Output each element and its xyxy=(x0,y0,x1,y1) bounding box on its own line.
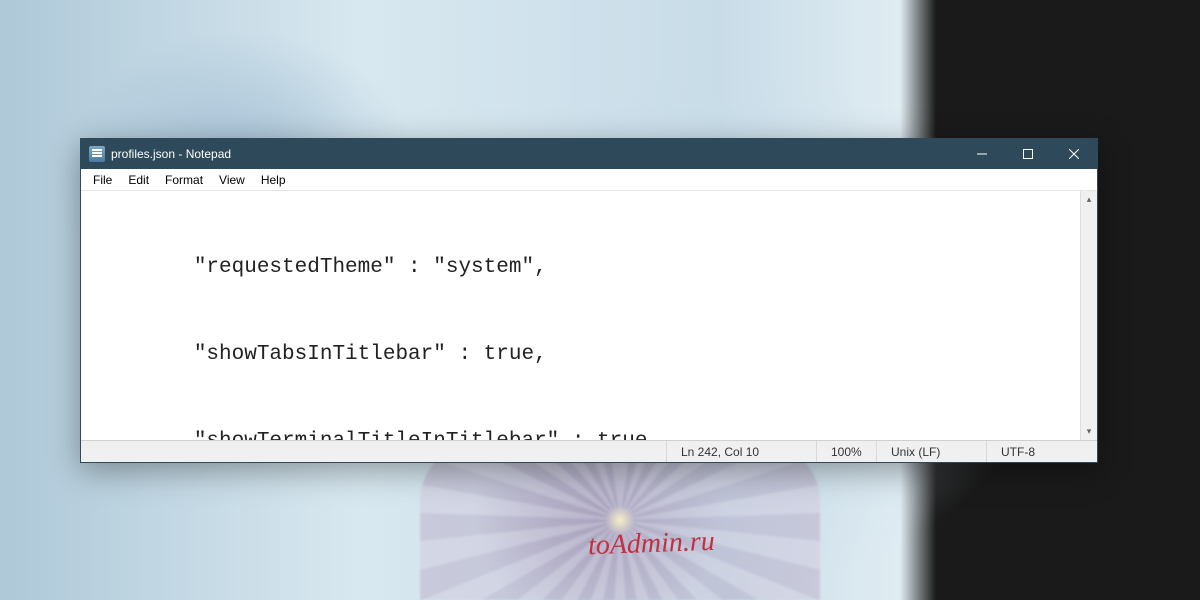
notepad-icon xyxy=(89,146,105,162)
scroll-down-arrow-icon[interactable]: ▾ xyxy=(1081,423,1097,440)
status-zoom: 100% xyxy=(817,441,877,462)
menu-file[interactable]: File xyxy=(85,171,120,189)
minimize-button[interactable] xyxy=(959,139,1005,169)
window-title: profiles.json - Notepad xyxy=(111,147,231,161)
scroll-up-arrow-icon[interactable]: ▴ xyxy=(1081,191,1097,208)
status-line-ending: Unix (LF) xyxy=(877,441,987,462)
code-line: "showTerminalTitleInTitlebar" : true xyxy=(87,427,1080,440)
close-button[interactable] xyxy=(1051,139,1097,169)
menu-view[interactable]: View xyxy=(211,171,253,189)
statusbar: Ln 242, Col 10 100% Unix (LF) UTF-8 xyxy=(81,440,1097,462)
text-editor[interactable]: "requestedTheme" : "system", "showTabsIn… xyxy=(81,191,1080,440)
vertical-scrollbar[interactable]: ▴ ▾ xyxy=(1080,191,1097,440)
maximize-button[interactable] xyxy=(1005,139,1051,169)
code-line: "requestedTheme" : "system", xyxy=(87,253,1080,282)
titlebar[interactable]: profiles.json - Notepad xyxy=(81,139,1097,169)
menu-help[interactable]: Help xyxy=(253,171,294,189)
notepad-window: profiles.json - Notepad File Edit Format… xyxy=(80,138,1098,463)
editor-area: "requestedTheme" : "system", "showTabsIn… xyxy=(81,191,1097,440)
menubar: File Edit Format View Help xyxy=(81,169,1097,191)
menu-edit[interactable]: Edit xyxy=(120,171,157,189)
status-cursor-position: Ln 242, Col 10 xyxy=(667,441,817,462)
menu-format[interactable]: Format xyxy=(157,171,211,189)
window-controls xyxy=(959,139,1097,169)
status-encoding: UTF-8 xyxy=(987,441,1097,462)
code-line: "showTabsInTitlebar" : true, xyxy=(87,340,1080,369)
